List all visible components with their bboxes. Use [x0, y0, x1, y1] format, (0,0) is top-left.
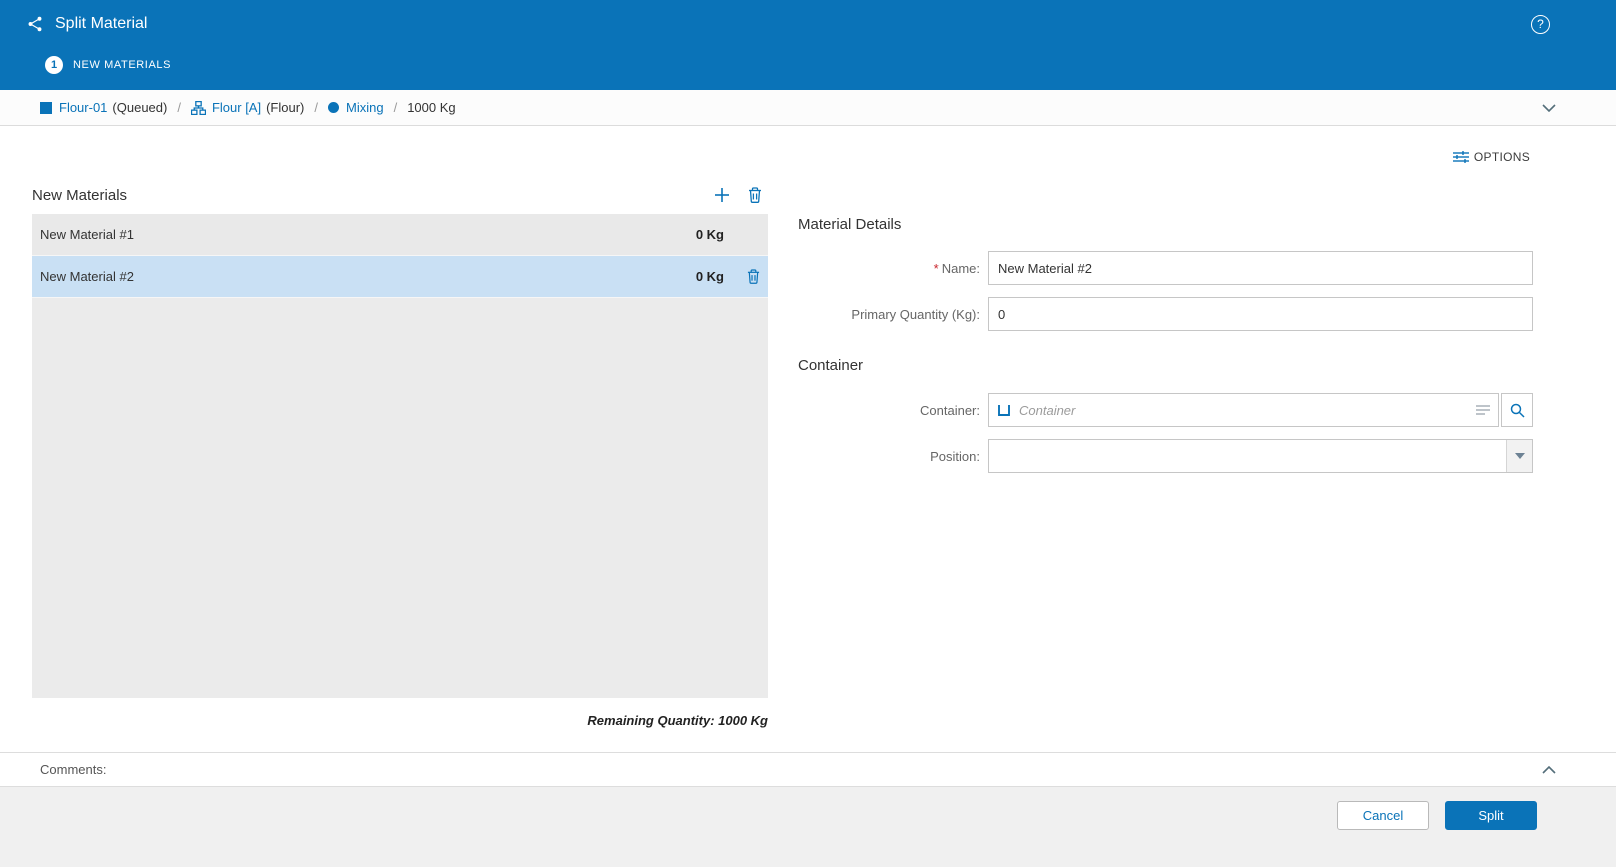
container-picker-field[interactable]	[988, 393, 1499, 427]
breadcrumb-separator: /	[314, 100, 318, 115]
chevron-down-icon	[1514, 453, 1525, 459]
comments-collapse-chevron-up-icon[interactable]	[1542, 765, 1556, 774]
material-details-form: Material Details *Name: Primary Quantity…	[798, 216, 1538, 473]
step-dot-icon	[328, 102, 339, 113]
name-row: * Name:	[798, 251, 1538, 285]
container-search-button[interactable]	[1501, 393, 1533, 427]
product-sitemap-icon	[190, 100, 206, 115]
remaining-quantity-text: Remaining Quantity: 1000 Kg	[587, 713, 768, 728]
position-select[interactable]	[988, 439, 1533, 473]
header-title-row: Split Material ?	[0, 0, 1616, 48]
material-square-icon	[40, 101, 52, 114]
page-header: Split Material ? 1 NEW MATERIALS	[0, 0, 1616, 90]
breadcrumb: Flour-01 (Queued) / Flour [A] (Flour) / …	[0, 90, 1616, 126]
step-label[interactable]: NEW MATERIALS	[73, 59, 171, 71]
material-details-title: Material Details	[798, 216, 902, 233]
name-label: * Name:	[798, 261, 988, 276]
delete-all-trash-icon[interactable]	[748, 187, 762, 203]
name-label-text: Name:	[941, 260, 980, 276]
primary-quantity-label: Primary Quantity (Kg):	[851, 306, 980, 322]
primary-quantity-row: Primary Quantity (Kg):	[798, 297, 1538, 331]
split-material-page: Split Material ? 1 NEW MATERIALS Flour-0…	[0, 0, 1616, 867]
breadcrumb-quantity: 1000 Kg	[407, 100, 456, 115]
container-icon	[997, 403, 1011, 417]
main-content: OPTIONS New Materials New Material #1 0 …	[0, 126, 1616, 752]
wizard-steps: 1 NEW MATERIALS	[0, 48, 1616, 82]
breadcrumb-suffix-product: (Flour)	[266, 100, 305, 115]
footer-action-bar: Cancel Split	[0, 786, 1616, 867]
material-name: New Material #1	[40, 227, 134, 242]
breadcrumb-link-product[interactable]: Flour [A]	[212, 100, 261, 115]
breadcrumb-suffix-state: (Queued)	[112, 100, 168, 115]
delete-row-trash-icon[interactable]	[747, 269, 760, 284]
new-materials-title: New Materials	[32, 186, 128, 204]
comments-bar: Comments:	[0, 752, 1616, 786]
help-icon[interactable]: ?	[1531, 14, 1550, 34]
container-section-title: Container	[798, 357, 864, 374]
position-row: Position:	[798, 439, 1538, 473]
picker-options-lines-icon[interactable]	[1476, 404, 1490, 416]
container-picker	[988, 393, 1533, 427]
container-input[interactable]	[1019, 402, 1468, 418]
breadcrumb-separator: /	[177, 100, 181, 115]
position-label: Position:	[930, 448, 980, 464]
add-material-button[interactable]	[714, 187, 730, 203]
breadcrumb-expand-chevron-down-icon[interactable]	[1542, 103, 1556, 112]
options-sliders-icon	[1452, 150, 1469, 164]
primary-quantity-input[interactable]	[988, 297, 1533, 331]
material-list-item[interactable]: New Material #1 0 Kg	[32, 214, 768, 256]
position-dropdown-button[interactable]	[1506, 440, 1532, 472]
material-list-item-selected[interactable]: New Material #2 0 Kg	[32, 256, 768, 298]
cancel-button[interactable]: Cancel	[1337, 801, 1429, 830]
material-quantity: 0 Kg	[695, 227, 724, 242]
breadcrumb-link-step[interactable]: Mixing	[346, 100, 384, 115]
new-materials-panel: New Materials New Material #1 0 Kg New M…	[32, 182, 768, 728]
container-label: Container:	[920, 402, 980, 418]
material-quantity: 0 Kg	[695, 269, 724, 284]
breadcrumb-link-material[interactable]: Flour-01	[59, 100, 107, 115]
step-number-badge[interactable]: 1	[45, 56, 63, 74]
split-button[interactable]: Split	[1445, 801, 1537, 830]
breadcrumb-separator: /	[393, 100, 398, 115]
required-marker: *	[933, 260, 939, 276]
material-name: New Material #2	[40, 269, 134, 284]
split-share-icon	[26, 15, 44, 33]
position-select-value	[989, 440, 1506, 472]
new-materials-list: New Material #1 0 Kg New Material #2 0 K…	[32, 214, 768, 698]
page-title: Split Material	[55, 15, 148, 32]
name-input[interactable]	[988, 251, 1533, 285]
container-row: Container:	[798, 393, 1538, 427]
comments-label: Comments:	[40, 762, 107, 777]
search-icon	[1510, 403, 1525, 418]
row-tool-slot	[724, 269, 760, 284]
options-label: OPTIONS	[1473, 150, 1530, 164]
list-actions	[714, 187, 768, 203]
new-materials-header: New Materials	[32, 182, 768, 208]
options-button[interactable]: OPTIONS	[1452, 150, 1530, 164]
